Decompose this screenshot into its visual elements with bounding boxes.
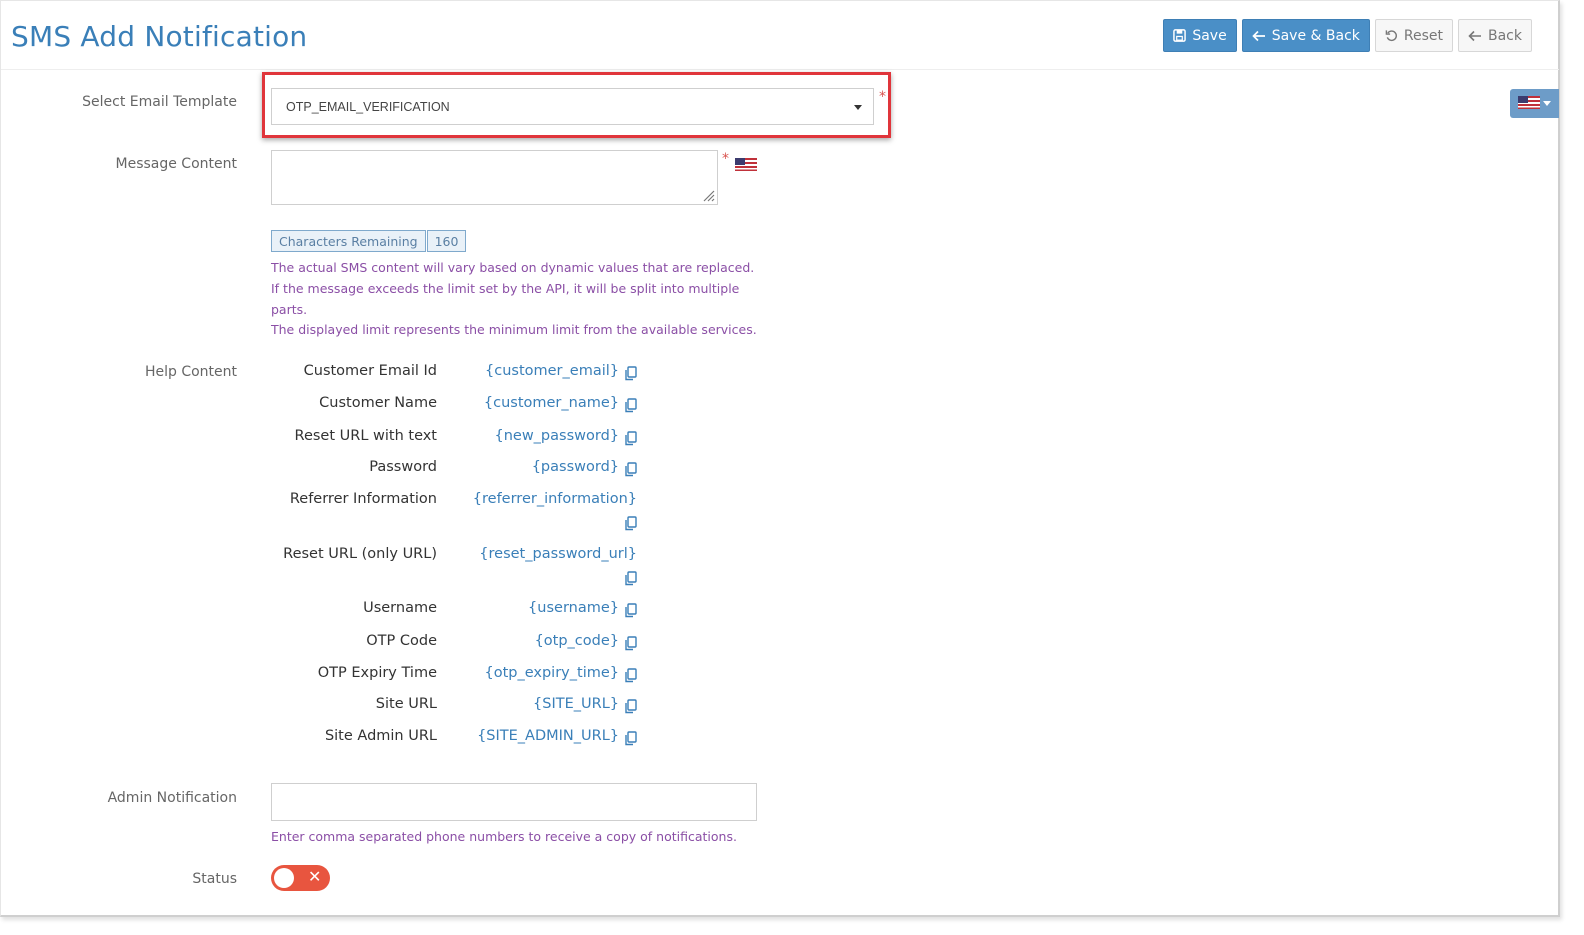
save-and-back-button[interactable]: Save & Back: [1241, 19, 1370, 52]
help-item: Username {username}: [247, 600, 647, 622]
help-item-name: Customer Email Id: [303, 363, 437, 379]
help-item: OTP Expiry Time {otp_expiry_time}: [247, 665, 647, 687]
help-item-tag[interactable]: {SITE_URL}: [533, 696, 619, 712]
admin-notification-label: Admin Notification: [107, 790, 237, 806]
status-label: Status: [192, 871, 237, 887]
us-flag-icon: [735, 156, 757, 175]
copy-icon[interactable]: [624, 462, 637, 477]
help-item-name: Reset URL (only URL): [283, 546, 437, 562]
copy-icon[interactable]: [624, 398, 637, 413]
help-item: Site Admin URL {SITE_ADMIN_URL}: [247, 728, 647, 750]
sms-hint-1: The actual SMS content will vary based o…: [271, 260, 755, 275]
help-item-tag[interactable]: {referrer_information}: [473, 491, 637, 507]
help-item-name: Reset URL with text: [294, 428, 437, 444]
help-item-tag[interactable]: {new_password}: [494, 428, 619, 444]
characters-remaining: Characters Remaining 160: [271, 230, 467, 252]
undo-icon: [1385, 29, 1398, 42]
save-and-back-label: Save & Back: [1271, 27, 1360, 44]
page-title: SMS Add Notification: [11, 20, 308, 53]
copy-icon[interactable]: [624, 603, 637, 618]
status-toggle[interactable]: ✕: [271, 865, 330, 891]
help-item: Referrer Information {referrer_informati…: [247, 491, 647, 536]
admin-notification-hint: Enter comma separated phone numbers to r…: [271, 829, 737, 844]
template-label: Select Email Template: [82, 94, 237, 110]
help-item-tag[interactable]: {reset_password_url}: [479, 546, 637, 562]
help-item-name: Site URL: [375, 696, 437, 712]
help-item: Reset URL with text {new_password}: [247, 428, 647, 450]
characters-remaining-label: Characters Remaining: [271, 230, 426, 252]
help-item-name: Password: [369, 459, 437, 475]
copy-icon[interactable]: [624, 431, 637, 446]
resize-grip-icon[interactable]: [701, 188, 715, 202]
floppy-icon: [1173, 29, 1187, 42]
copy-icon[interactable]: [624, 699, 637, 714]
email-template-select[interactable]: OTP_EMAIL_VERIFICATION: [271, 88, 874, 125]
toggle-knob: [274, 868, 294, 888]
copy-icon[interactable]: [624, 366, 637, 381]
message-textarea[interactable]: [271, 150, 718, 205]
email-template-value: OTP_EMAIL_VERIFICATION: [286, 99, 450, 114]
help-item-name: Username: [363, 600, 437, 616]
characters-remaining-count: 160: [426, 230, 467, 252]
help-item-tag[interactable]: {customer_email}: [485, 363, 619, 379]
copy-icon[interactable]: [624, 731, 637, 746]
main-panel: SMS Add Notification Save Save & Back Re…: [0, 0, 1560, 917]
back-button[interactable]: Back: [1458, 19, 1532, 52]
help-item-name: OTP Code: [366, 633, 437, 649]
help-item-tag[interactable]: {SITE_ADMIN_URL}: [477, 728, 619, 744]
chevron-down-icon: [1543, 101, 1551, 106]
help-item-tag[interactable]: {password}: [532, 459, 619, 475]
help-item: Customer Name {customer_name}: [247, 395, 647, 417]
help-item-tag[interactable]: {otp_code}: [535, 633, 619, 649]
save-label: Save: [1192, 27, 1227, 44]
admin-notification-input[interactable]: [271, 783, 757, 821]
language-selector[interactable]: [1510, 89, 1559, 118]
help-item: Reset URL (only URL) {reset_password_url…: [247, 546, 647, 591]
message-label: Message Content: [115, 156, 238, 172]
arrow-left-icon: [1252, 30, 1266, 42]
help-item: OTP Code {otp_code}: [247, 633, 647, 655]
copy-icon[interactable]: [624, 516, 637, 531]
sms-hint-2: If the message exceeds the limit set by …: [271, 281, 740, 317]
required-marker: *: [879, 89, 886, 105]
back-label: Back: [1488, 27, 1522, 44]
toolbar: Save Save & Back Reset Back: [1163, 19, 1532, 52]
help-item-tag[interactable]: {username}: [528, 600, 619, 616]
us-flag-icon: [1518, 94, 1540, 113]
copy-icon[interactable]: [624, 571, 637, 586]
help-item-name: Referrer Information: [289, 491, 437, 507]
help-item-tag[interactable]: {otp_expiry_time}: [485, 665, 620, 681]
help-item-name: Site Admin URL: [324, 728, 437, 744]
help-item-name: OTP Expiry Time: [317, 665, 437, 681]
copy-icon[interactable]: [624, 668, 637, 683]
close-icon: ✕: [308, 867, 322, 886]
help-item: Site URL {SITE_URL}: [247, 696, 647, 718]
save-button[interactable]: Save: [1163, 19, 1237, 52]
reset-label: Reset: [1403, 27, 1443, 44]
header-divider: [1, 69, 1559, 70]
sms-hint-3: The displayed limit represents the minim…: [271, 322, 757, 337]
help-item: Customer Email Id {customer_email}: [247, 363, 647, 385]
required-marker: *: [722, 151, 729, 167]
caret-down-icon: [854, 105, 862, 110]
reset-button[interactable]: Reset: [1374, 19, 1453, 52]
copy-icon[interactable]: [624, 636, 637, 651]
help-item: Password {password}: [247, 459, 647, 481]
help-item-name: Customer Name: [319, 395, 437, 411]
help-content-label: Help Content: [144, 364, 237, 380]
help-item-tag[interactable]: {customer_name}: [484, 395, 619, 411]
arrow-left-icon: [1468, 30, 1482, 42]
